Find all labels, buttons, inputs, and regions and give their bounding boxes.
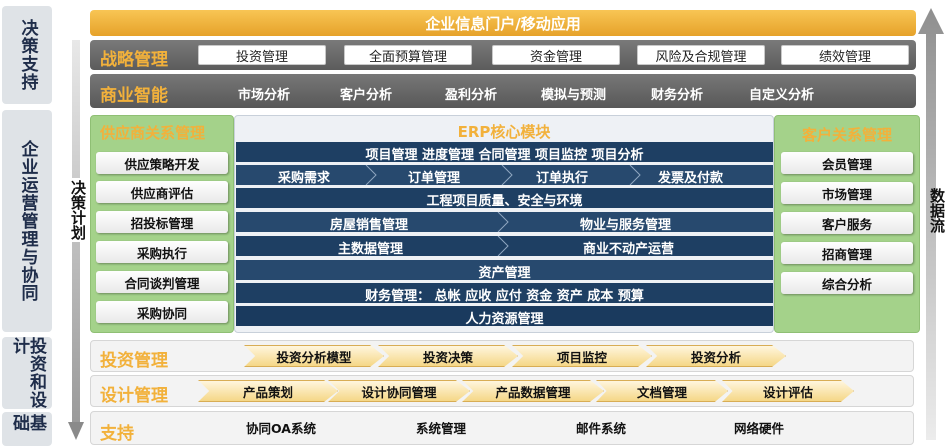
side-label-decision-support: 决策支持: [2, 6, 52, 104]
customer-item-leasing[interactable]: 招商管理: [781, 242, 913, 264]
supplier-item-evaluation[interactable]: 供应商评估: [96, 181, 228, 203]
support-item-system[interactable]: 系统管理: [416, 418, 466, 437]
bi-item-profit[interactable]: 盈利分析: [445, 84, 497, 103]
erp-row-asset-label: 资产管理: [478, 266, 531, 281]
erp-master-chevron: [497, 236, 509, 256]
bi-item-custom[interactable]: 自定义分析: [749, 84, 814, 103]
invest-item-monitor[interactable]: 项目监控: [512, 345, 652, 367]
supplier-item-strategy[interactable]: 供应策略开发: [96, 152, 228, 174]
strategy-item-invest[interactable]: 投资管理: [198, 45, 326, 65]
design-item-data[interactable]: 产品数据管理: [462, 380, 604, 402]
side-label-base: 基础: [2, 412, 52, 446]
customer-item-analysis[interactable]: 综合分析: [781, 272, 913, 294]
erp-order-mgmt[interactable]: 订单管理: [408, 167, 460, 186]
supplier-item-bidding[interactable]: 招投标管理: [96, 211, 228, 233]
bi-item-customer[interactable]: 客户分析: [340, 84, 392, 103]
bi-item-simulation[interactable]: 模拟与预测: [541, 84, 606, 103]
strategy-item-performance[interactable]: 绩效管理: [781, 45, 909, 65]
strategy-item-risk[interactable]: 风险及合规管理: [637, 45, 765, 65]
supplier-title: 供应商关系管理: [100, 124, 206, 142]
design-item-collab[interactable]: 设计协同管理: [328, 380, 470, 402]
support-item-mail[interactable]: 邮件系统: [576, 418, 626, 437]
support-item-oa[interactable]: 协同OA系统: [246, 418, 316, 437]
portal-label: 企业信息门户/移动应用: [425, 14, 581, 33]
strategy-item-budget[interactable]: 全面预算管理: [344, 45, 472, 65]
erp-commercial-estate[interactable]: 商业不动产运营: [583, 238, 674, 257]
erp-row-finance-label: 财务管理： 总帐 应收 应付 资金 资产 成本 预算: [365, 289, 644, 304]
supplier-item-collab[interactable]: 采购协同: [96, 301, 228, 323]
erp-property-service[interactable]: 物业与服务管理: [580, 214, 671, 233]
invest-item-model[interactable]: 投资分析模型: [244, 345, 384, 367]
erp-row-hr-label: 人力资源管理: [465, 312, 544, 327]
invest-item-decision[interactable]: 投资决策: [378, 345, 518, 367]
design-title: 设计管理: [100, 386, 168, 406]
data-flow-label: 数据流: [928, 188, 946, 233]
erp-housing-sales[interactable]: 房屋销售管理: [330, 214, 408, 233]
customer-item-service[interactable]: 客户服务: [781, 212, 913, 234]
erp-master-data[interactable]: 主数据管理: [338, 238, 403, 257]
invest-title: 投资管理: [100, 351, 168, 371]
side-label-operations: 企业运营管理与协同: [2, 110, 52, 332]
design-item-docs[interactable]: 文档管理: [596, 380, 728, 402]
strategy-title: 战略管理: [100, 50, 168, 70]
customer-item-market[interactable]: 市场管理: [781, 182, 913, 204]
support-item-network[interactable]: 网络硬件: [734, 418, 784, 437]
portal-bar[interactable]: 企业信息门户/移动应用: [90, 10, 916, 36]
design-item-planning[interactable]: 产品策划: [198, 380, 338, 402]
erp-row-quality-label: 工程项目质量、安全与环境: [426, 194, 583, 209]
customer-item-member[interactable]: 会员管理: [781, 152, 913, 174]
bi-title: 商业智能: [100, 86, 168, 106]
side-label-invest-design: 投资和设计: [2, 337, 52, 409]
design-item-review[interactable]: 设计评估: [722, 380, 854, 402]
bi-item-market[interactable]: 市场分析: [238, 84, 290, 103]
erp-title: ERP核心模块: [457, 123, 551, 141]
support-band: [90, 411, 914, 445]
supplier-item-contract[interactable]: 合同谈判管理: [96, 271, 228, 293]
erp-sales-chevron: [497, 212, 509, 232]
decision-plan-label: 决策计划: [63, 178, 87, 242]
erp-row-project-label: 项目管理 进度管理 合同管理 项目监控 项目分析: [365, 148, 644, 163]
strategy-item-funds[interactable]: 资金管理: [492, 45, 620, 65]
erp-procure-demand[interactable]: 采购需求: [278, 167, 330, 186]
erp-order-exec[interactable]: 订单执行: [536, 167, 588, 186]
support-title: 支持: [100, 424, 134, 444]
supplier-item-purchase-exec[interactable]: 采购执行: [96, 241, 228, 263]
erp-invoice-payment[interactable]: 发票及付款: [658, 167, 723, 186]
customer-title: 客户关系管理: [801, 126, 892, 144]
invest-item-analysis[interactable]: 投资分析: [646, 345, 786, 367]
bi-item-finance[interactable]: 财务分析: [651, 84, 703, 103]
